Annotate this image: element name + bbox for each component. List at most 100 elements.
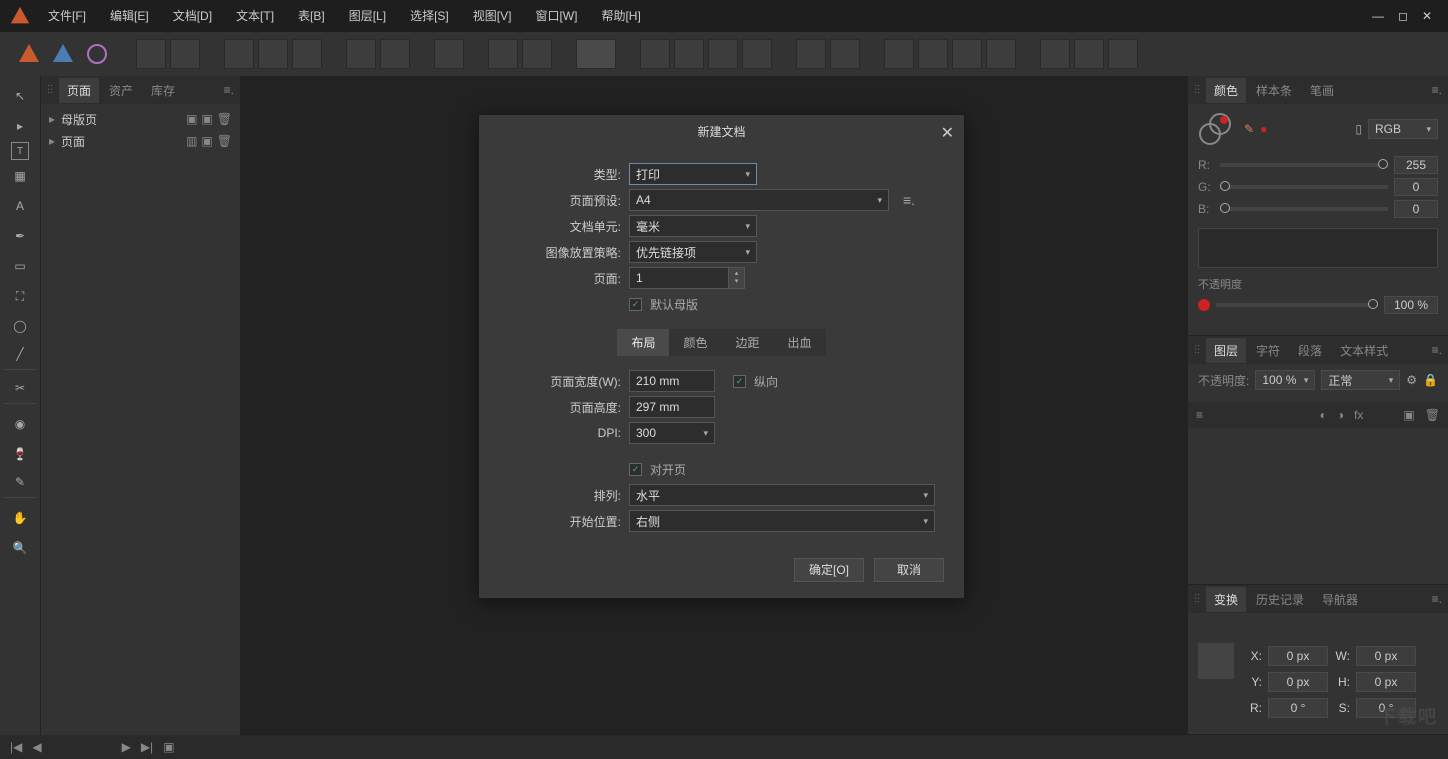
tab-paragraph[interactable]: 段落 xyxy=(1290,338,1330,363)
toolbar-btn[interactable] xyxy=(708,39,738,69)
tab-margins[interactable]: 边距 xyxy=(722,329,774,356)
default-master-checkbox[interactable] xyxy=(629,298,642,311)
persona-designer-icon[interactable] xyxy=(48,39,78,69)
menu-window[interactable]: 窗口[W] xyxy=(523,0,589,32)
pages-spinner[interactable]: ▴▾ xyxy=(729,267,745,289)
panel-menu-icon[interactable]: ≡. xyxy=(224,83,234,97)
preset-select[interactable]: A4▾ xyxy=(629,189,889,211)
menu-document[interactable]: 文档[D] xyxy=(161,0,224,32)
first-page-icon[interactable]: |◀ xyxy=(10,740,22,754)
toolbar-btn[interactable] xyxy=(170,39,200,69)
toolbar-btn[interactable] xyxy=(346,39,376,69)
toolbar-btn[interactable] xyxy=(986,39,1016,69)
last-page-icon[interactable]: ▶| xyxy=(141,740,153,754)
pen-tool-icon[interactable]: ✒ xyxy=(4,222,36,250)
chevron-right-icon[interactable]: ▸ xyxy=(49,134,61,148)
gear-icon[interactable]: ⚙ xyxy=(1406,373,1417,387)
tab-stroke[interactable]: 笔画 xyxy=(1302,78,1342,103)
menu-select[interactable]: 选择[S] xyxy=(398,0,461,32)
toolbar-btn[interactable] xyxy=(952,39,982,69)
chevron-right-icon[interactable]: ▸ xyxy=(49,112,61,126)
minimize-icon[interactable]: — xyxy=(1372,9,1384,23)
r-slider[interactable] xyxy=(1220,163,1388,167)
toolbar-btn[interactable] xyxy=(1074,39,1104,69)
menu-text[interactable]: 文本[T] xyxy=(224,0,286,32)
toolbar-btn[interactable] xyxy=(522,39,552,69)
lock-icon[interactable]: 🔒 xyxy=(1423,373,1438,387)
tab-history[interactable]: 历史记录 xyxy=(1248,587,1312,612)
toolbar-btn[interactable] xyxy=(380,39,410,69)
cancel-button[interactable]: 取消 xyxy=(874,558,944,582)
b-value[interactable]: 0 xyxy=(1394,200,1438,218)
tab-color[interactable]: 颜色 xyxy=(669,329,721,356)
eyedropper-tool-icon[interactable]: ✎ xyxy=(4,470,36,498)
panel-handle-icon[interactable]: ⫶⫶ xyxy=(1194,343,1200,358)
page-height-input[interactable]: 297 mm xyxy=(629,396,715,418)
tab-assets[interactable]: 资产 xyxy=(101,78,141,103)
menu-file[interactable]: 文件[F] xyxy=(36,0,98,32)
move-tool-icon[interactable]: ↖ xyxy=(4,82,36,110)
persona-photo-icon[interactable] xyxy=(82,39,112,69)
menu-layer[interactable]: 图层[L] xyxy=(337,0,398,32)
artistic-text-tool-icon[interactable]: A xyxy=(4,192,36,220)
tab-stock[interactable]: 库存 xyxy=(143,78,183,103)
fx-icon[interactable]: fx xyxy=(1354,408,1363,422)
menu-edit[interactable]: 编辑[E] xyxy=(98,0,161,32)
pages-input[interactable]: 1 xyxy=(629,267,729,289)
type-select[interactable]: 打印▾ xyxy=(629,163,757,185)
prev-page-icon[interactable]: ◀ xyxy=(32,740,41,754)
toolbar-btn[interactable] xyxy=(224,39,254,69)
toolbar-btn[interactable] xyxy=(136,39,166,69)
layers-icon[interactable]: ≡ xyxy=(1196,408,1203,422)
trash-icon[interactable]: 🗑 xyxy=(217,134,232,148)
trash-icon[interactable]: 🗑 xyxy=(1425,408,1440,422)
tab-navigator[interactable]: 导航器 xyxy=(1314,587,1366,612)
tab-pages[interactable]: 页面 xyxy=(59,78,99,103)
arrange-select[interactable]: 水平▾ xyxy=(629,484,935,506)
page-add-icon[interactable]: ▣ xyxy=(186,112,197,126)
r-value[interactable]: 255 xyxy=(1394,156,1438,174)
anchor-selector[interactable] xyxy=(1198,643,1234,679)
panel-menu-icon[interactable]: ≡. xyxy=(1432,83,1442,97)
toolbar-btn[interactable] xyxy=(674,39,704,69)
trash-icon[interactable]: 🗑 xyxy=(217,112,232,126)
persona-publisher-icon[interactable] xyxy=(14,39,44,69)
toolbar-btn[interactable] xyxy=(1040,39,1070,69)
toolbar-btn[interactable] xyxy=(292,39,322,69)
g-slider[interactable] xyxy=(1220,185,1388,189)
toolbar-btn[interactable] xyxy=(830,39,860,69)
r-input[interactable]: 0 ° xyxy=(1268,698,1328,718)
dpi-select[interactable]: 300▾ xyxy=(629,422,715,444)
tab-layers[interactable]: 图层 xyxy=(1206,338,1246,363)
toolbar-btn[interactable] xyxy=(488,39,518,69)
maximize-icon[interactable]: ◻ xyxy=(1398,9,1408,23)
opacity-slider[interactable] xyxy=(1216,303,1378,307)
close-icon[interactable]: ✕ xyxy=(1422,9,1432,23)
x-input[interactable]: 0 px xyxy=(1268,646,1328,666)
tab-layout[interactable]: 布局 xyxy=(617,329,669,356)
frame-text-tool-icon[interactable]: T xyxy=(11,142,29,160)
tab-transform[interactable]: 变换 xyxy=(1206,587,1246,612)
transparency-tool-icon[interactable]: 🍷 xyxy=(4,440,36,468)
panel-handle-icon[interactable]: ⫶⫶ xyxy=(47,83,53,98)
zoom-tool-icon[interactable]: 🔍 xyxy=(4,534,36,562)
placement-select[interactable]: 优先链接项▾ xyxy=(629,241,757,263)
spread-icon[interactable]: ▣ xyxy=(163,740,174,754)
g-value[interactable]: 0 xyxy=(1394,178,1438,196)
picture-frame-tool-icon[interactable]: ⛶ xyxy=(4,282,36,310)
panel-menu-icon[interactable]: ≡. xyxy=(1432,592,1442,606)
ellipse-tool-icon[interactable]: ◯ xyxy=(4,312,36,340)
adjustment-icon[interactable]: ◐ xyxy=(1320,408,1327,422)
add-layer-icon[interactable]: ▣ xyxy=(1403,408,1414,422)
menu-table[interactable]: 表[B] xyxy=(286,0,337,32)
panel-handle-icon[interactable]: ⫶⫶ xyxy=(1194,83,1200,98)
toolbar-btn[interactable] xyxy=(796,39,826,69)
toolbar-btn[interactable] xyxy=(258,39,288,69)
close-icon[interactable]: ✕ xyxy=(941,123,954,143)
table-tool-icon[interactable]: ▦ xyxy=(4,162,36,190)
page-add-icon[interactable]: ▥ xyxy=(186,134,197,148)
layer-opacity-select[interactable]: 100 %▾ xyxy=(1255,370,1315,390)
toolbar-btn[interactable] xyxy=(1108,39,1138,69)
start-select[interactable]: 右侧▾ xyxy=(629,510,935,532)
rectangle-tool-icon[interactable]: ▭ xyxy=(4,252,36,280)
